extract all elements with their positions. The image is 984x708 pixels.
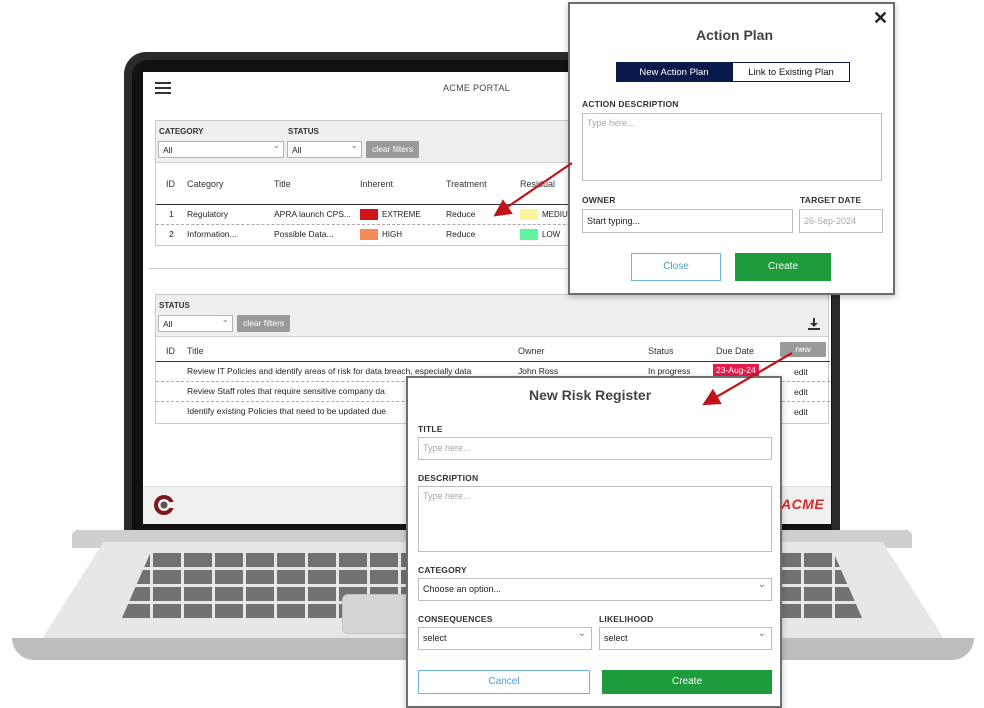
arrow-to-action-plan [493, 162, 573, 217]
arrow-to-new-risk [702, 352, 793, 406]
callout-arrows [493, 162, 793, 406]
